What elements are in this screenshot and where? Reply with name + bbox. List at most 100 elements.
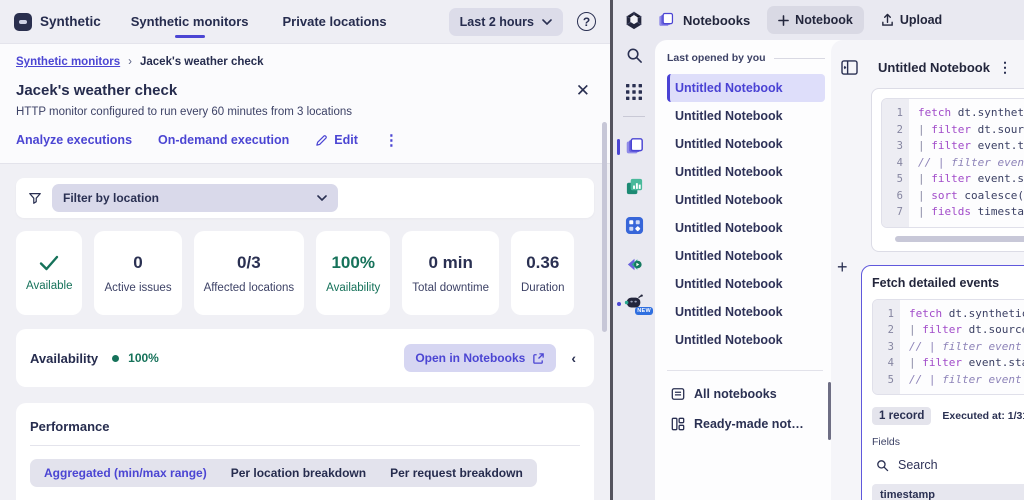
availability-title: Availability <box>30 351 98 366</box>
notebook-list-item[interactable]: Untitled Notebook <box>667 298 825 326</box>
breadcrumb: Synthetic monitors › Jacek's weather che… <box>16 56 594 68</box>
field-item-timestamp[interactable]: timestamp <box>872 484 1024 500</box>
apps-grid-icon[interactable] <box>613 84 655 100</box>
upload-icon <box>881 13 894 27</box>
plus-icon <box>778 15 789 26</box>
record-count-badge: 1 record <box>872 407 931 425</box>
line-number: 3 <box>873 339 894 356</box>
stat-label: Active issues <box>104 282 171 294</box>
check-icon <box>39 255 59 271</box>
code-line: fetch dt.synthetic <box>918 105 1024 122</box>
topbar-tab-private-locations[interactable]: Private locations <box>283 14 387 29</box>
notebook-cell-selected[interactable]: Fetch detailed events 12345 fetch dt.syn… <box>861 265 1024 500</box>
notebook-list-item[interactable]: Untitled Notebook <box>667 158 825 186</box>
edit-label: Edit <box>334 133 358 147</box>
topbar-right: Last 2 hours ? <box>449 8 596 36</box>
stat-value: 0 min <box>428 253 472 273</box>
notebook-list-item[interactable]: Untitled Notebook <box>667 270 825 298</box>
filter-bar: Filter by location <box>16 178 594 218</box>
code-lines: fetch dt.synthetic| filter dt.source | fi… <box>909 99 1024 227</box>
notebooks-app-title: Notebooks <box>683 13 750 28</box>
stat-value: 0/3 <box>237 253 261 273</box>
notebook-list-item[interactable]: Untitled Notebook <box>667 214 825 242</box>
notebook-more-options-icon[interactable]: ⋮ <box>998 59 1012 76</box>
new-notebook-label: Notebook <box>795 13 853 27</box>
topbar-tab-synthetic-monitors[interactable]: Synthetic monitors <box>131 14 249 29</box>
notebooks-icon <box>657 12 674 29</box>
notebook-cell[interactable]: 1234567 fetch dt.synthetic| filter dt.so… <box>871 88 1024 252</box>
stat-value: 0 <box>133 253 142 273</box>
line-number: 4 <box>882 155 903 172</box>
code-editor[interactable]: 12345 fetch dt.synthetic| filter dt.sour… <box>872 299 1024 396</box>
line-number: 4 <box>873 355 894 372</box>
performance-tabs: Aggregated (min/max range)Per location b… <box>30 459 537 487</box>
code-line: | fields timestamp <box>918 204 1024 221</box>
horizontal-scrollbar[interactable] <box>895 236 1024 242</box>
dashboards-icon[interactable] <box>613 177 655 196</box>
stat-card: 0.36Duration <box>511 231 574 315</box>
line-number: 1 <box>873 306 894 323</box>
sidebar-item-ready-made[interactable]: Ready-made not… <box>667 409 825 439</box>
divider <box>30 445 580 446</box>
stat-card: 0/3 Affected locations <box>194 231 305 315</box>
notebooks-header: Notebooks Notebook Upload <box>655 0 1024 40</box>
notebook-list-item[interactable]: Untitled Notebook <box>667 102 825 130</box>
code-line: fetch dt.synthetic <box>909 306 1024 323</box>
edit-button[interactable]: Edit <box>315 133 358 147</box>
line-number: 3 <box>882 138 903 155</box>
open-in-notebooks-button[interactable]: Open in Notebooks <box>404 344 556 372</box>
analyze-executions-button[interactable]: Analyze executions <box>16 133 132 147</box>
chevron-down-icon <box>542 19 552 25</box>
synthetic-app-brand[interactable]: Synthetic <box>14 13 101 31</box>
new-notebook-button[interactable]: Notebook <box>767 6 864 34</box>
close-icon[interactable]: ✕ <box>576 82 590 99</box>
search-icon[interactable] <box>613 47 655 64</box>
performance-tab-aggregated-min-max-range-[interactable]: Aggregated (min/max range) <box>32 466 219 480</box>
kubernetes-app-icon[interactable] <box>613 255 655 274</box>
notebook-list-item[interactable]: Untitled Notebook <box>667 242 825 270</box>
synthetic-app-name: Synthetic <box>40 14 101 29</box>
dynatrace-logo-icon[interactable] <box>613 9 655 31</box>
active-indicator <box>617 139 620 155</box>
help-icon[interactable]: ? <box>577 12 596 31</box>
timeframe-selector[interactable]: Last 2 hours <box>449 8 563 36</box>
more-options-icon[interactable]: ⋮ <box>384 131 399 149</box>
filter-icon <box>28 191 42 205</box>
search-icon <box>876 459 889 472</box>
on-demand-execution-button[interactable]: On-demand execution <box>158 133 289 147</box>
line-number: 7 <box>882 204 903 221</box>
code-line: // | filter event <box>918 155 1024 172</box>
stat-label: Availability <box>326 282 380 294</box>
add-cell-button[interactable]: + <box>837 258 848 276</box>
copilot-icon[interactable]: NEW <box>613 294 655 312</box>
code-line: | filter dt.source <box>918 122 1024 139</box>
app-rail: NEW <box>613 0 655 500</box>
code-editor[interactable]: 1234567 fetch dt.synthetic| filter dt.so… <box>881 98 1024 228</box>
stat-value <box>39 255 59 271</box>
notebook-list-item[interactable]: Untitled Notebook <box>667 326 825 354</box>
filter-by-location-dropdown[interactable]: Filter by location <box>52 184 338 212</box>
filter-placeholder: Filter by location <box>63 191 317 205</box>
vertical-scrollbar[interactable] <box>602 122 607 332</box>
breadcrumb-link[interactable]: Synthetic monitors <box>16 56 120 68</box>
notebook-list-item[interactable]: Untitled Notebook <box>667 130 825 158</box>
upload-button[interactable]: Upload <box>881 13 942 27</box>
performance-tab-per-request-breakdown[interactable]: Per request breakdown <box>378 466 535 480</box>
stat-value: 100% <box>331 253 374 273</box>
notebooks-content: Last opened by you Untitled NotebookUnti… <box>655 40 1024 500</box>
performance-tab-per-location-breakdown[interactable]: Per location breakdown <box>219 466 378 480</box>
clouds-app-icon[interactable] <box>613 216 655 235</box>
notebook-list-item[interactable]: Untitled Notebook <box>667 186 825 214</box>
divider <box>667 370 823 371</box>
collapse-panel-icon[interactable] <box>841 60 858 75</box>
collapse-section-icon[interactable]: ‹ <box>571 350 576 366</box>
stat-label: Affected locations <box>204 282 295 294</box>
line-numbers: 1234567 <box>882 99 909 227</box>
notebook-cells: 1234567 fetch dt.synthetic| filter dt.so… <box>841 88 1024 500</box>
sidebar-item-all-notebooks[interactable]: All notebooks <box>667 379 825 409</box>
notebooks-rail-icon[interactable] <box>613 137 655 157</box>
chevron-down-icon <box>317 195 327 201</box>
notebook-list-item[interactable]: Untitled Notebook <box>667 74 825 102</box>
fields-search-input[interactable]: Search <box>872 458 1024 472</box>
notebooks-column: Notebooks Notebook Upload Last opened by… <box>655 0 1024 500</box>
